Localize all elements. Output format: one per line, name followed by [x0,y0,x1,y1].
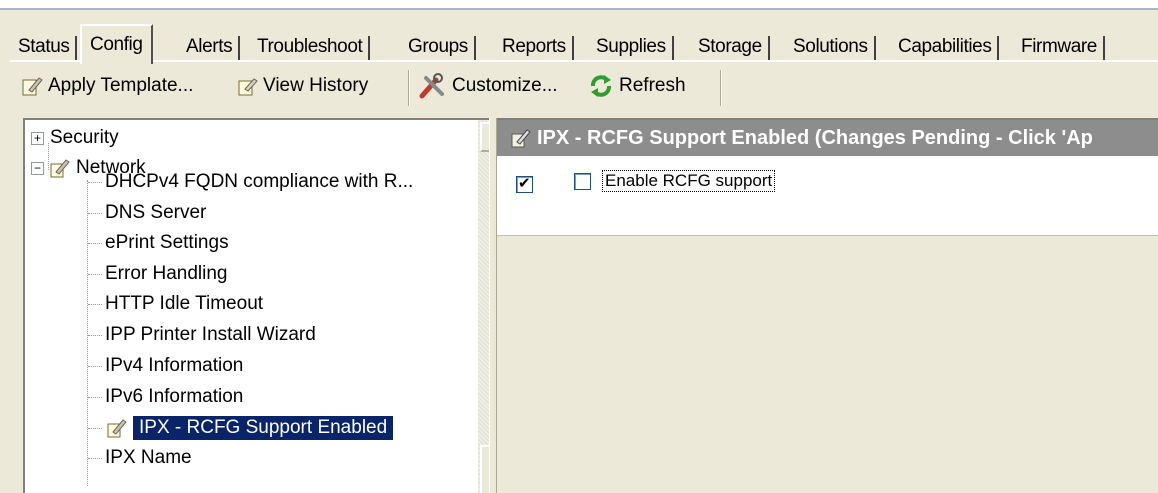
tab-label: Alerts [186,36,233,57]
tree-label: IPv4 Information [105,355,244,376]
tab-label: Solutions [793,36,868,57]
scroll-thumb[interactable] [480,445,489,493]
scroll-up-button[interactable] [480,122,489,152]
network-settings-icon [50,159,70,178]
tab-label: Troubleshoot [257,36,363,57]
tree-item-dns-server[interactable]: DNS Server [105,198,206,228]
tree-item-ipx-rcfg-support-enabled[interactable]: IPX - RCFG Support Enabled [105,413,394,443]
tab-bar: Status Config Alerts Troubleshoot Groups… [10,20,1158,64]
view-history-button[interactable]: View History [235,70,368,102]
tab-solutions[interactable]: Solutions [785,32,876,62]
apply-template-label: Apply Template... [48,75,194,96]
tree-label: IPP Printer Install Wizard [105,324,316,345]
tree-label: HTTP Idle Timeout [105,293,264,314]
tab-status[interactable]: Status [10,32,78,62]
tab-groups[interactable]: Groups [400,32,476,62]
panel-header: IPX - RCFG Support Enabled (Changes Pend… [497,120,1158,156]
tree-label: IPv6 Information [105,386,244,407]
view-history-label: View History [263,75,369,96]
apply-setting-checkbox[interactable] [516,174,533,193]
tree-label: IPX Name [105,447,192,468]
tab-label: Storage [698,36,762,57]
tree-label: Security [50,127,119,148]
tab-capabilities[interactable]: Capabilities [890,32,1000,62]
tab-storage[interactable]: Storage [690,32,770,62]
history-icon [238,78,258,96]
toolbar-separator [408,70,410,106]
tree-label: DNS Server [105,202,207,223]
expand-toggle[interactable]: + [31,131,44,145]
tab-config[interactable]: Config [80,24,153,64]
tab-firmware[interactable]: Firmware [1013,32,1105,62]
tree-label: DHCPv4 FQDN compliance with R... [105,171,414,192]
tree-item-security[interactable]: + Security [31,123,119,153]
tree-item-ipv4-information[interactable]: IPv4 Information [105,351,243,381]
settings-detail-panel: IPX - RCFG Support Enabled (Changes Pend… [497,118,1158,493]
wrench-document-icon [22,77,43,96]
enable-rcfg-checkbox[interactable] [574,173,591,190]
toolbar-separator [720,70,722,106]
refresh-label: Refresh [619,75,686,96]
tab-label: Supplies [596,36,666,57]
tree-item-dhcpv4-fqdn[interactable]: DHCPv4 FQDN compliance with R... [105,167,413,197]
customize-button[interactable]: Customize... [418,70,558,102]
setting-row: Enable RCFG support [497,156,1158,236]
settings-tree: + Security − Network DHCPv4 FQDN complia… [23,118,489,493]
tab-label: Groups [408,36,468,57]
tab-label: Capabilities [898,36,992,57]
customize-label: Customize... [452,75,558,96]
tree-label: ePrint Settings [105,232,229,253]
tree-label: Error Handling [105,263,228,284]
window-top-edge [0,0,1158,10]
toolbar: Apply Template... View History Customize… [10,64,1158,108]
tools-icon [419,73,444,99]
tree-guide-line [87,180,88,486]
refresh-button[interactable]: Refresh [587,70,686,102]
tab-label: Firmware [1021,36,1097,57]
settings-icon [511,129,531,148]
tree-item-ipx-name[interactable]: IPX Name [105,443,192,473]
tree-item-ipp-printer-install-wizard[interactable]: IPP Printer Install Wizard [105,320,316,350]
tree-item-error-handling[interactable]: Error Handling [105,259,228,289]
arrow-up-icon [482,124,489,150]
panel-splitter[interactable] [489,118,497,493]
refresh-icon [591,75,611,97]
tab-troubleshoot[interactable]: Troubleshoot [249,32,371,62]
tree-item-http-idle-timeout[interactable]: HTTP Idle Timeout [105,289,263,319]
tree-scrollbar[interactable] [478,120,489,493]
tree-item-ipv6-information[interactable]: IPv6 Information [105,382,243,412]
enable-rcfg-label[interactable]: Enable RCFG support [602,170,776,192]
tab-label: Status [18,36,70,57]
tab-supplies[interactable]: Supplies [588,32,674,62]
panel-title: IPX - RCFG Support Enabled (Changes Pend… [537,126,1093,149]
tree-item-eprint-settings[interactable]: ePrint Settings [105,228,229,258]
tab-alerts[interactable]: Alerts [178,32,241,62]
collapse-toggle[interactable]: − [31,161,44,175]
apply-template-button[interactable]: Apply Template... [20,70,193,102]
tab-reports[interactable]: Reports [494,32,574,62]
tab-label: Reports [502,36,566,57]
tab-label: Config [90,34,143,55]
settings-icon [107,419,127,438]
tree-label: IPX - RCFG Support Enabled [133,416,394,440]
